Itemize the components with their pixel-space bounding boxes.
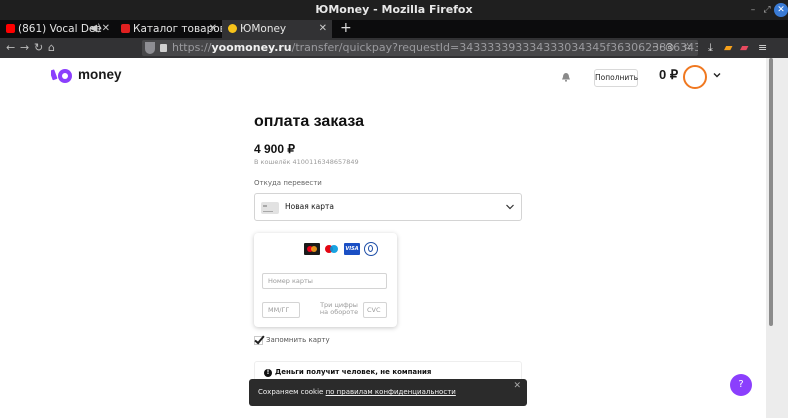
- bookmark-star-icon[interactable]: ☆: [683, 40, 692, 56]
- logo-text: money: [78, 67, 122, 82]
- speaker-icon[interactable]: ◀): [89, 20, 101, 38]
- shop-favicon-icon: [121, 24, 130, 33]
- bell-icon[interactable]: [561, 72, 571, 82]
- close-tab-icon[interactable]: ✕: [319, 20, 327, 38]
- close-icon[interactable]: ✕: [513, 382, 521, 391]
- tab-bar: (861) Vocal Dee ◀) ✕ Каталог товаров ✕ Ю…: [0, 20, 788, 38]
- menu-icon[interactable]: ≡: [758, 38, 767, 58]
- extension2-icon[interactable]: ▰: [740, 38, 748, 58]
- balance-amount[interactable]: 0 ₽: [659, 67, 678, 83]
- remember-card-label: Запомнить карту: [266, 336, 330, 344]
- topup-button[interactable]: Пополнить: [594, 69, 638, 87]
- lock-icon[interactable]: [160, 44, 167, 52]
- notice-text: Деньги получит человек, не компания: [275, 368, 432, 376]
- card-icon: [261, 202, 279, 214]
- wallet-number: В кошелёк 4100116348657849: [254, 158, 359, 166]
- scrollbar-thumb[interactable]: [769, 58, 773, 326]
- nav-bar: ← → ↻ ⌂ https://yoomoney.ru/transfer/qui…: [0, 38, 788, 58]
- page-content: money Пополнить 0 ₽ оплата заказа 4 900 …: [0, 58, 766, 418]
- page-title: оплата заказа: [254, 113, 365, 130]
- page-scrollbar[interactable]: [766, 58, 788, 418]
- maestro-icon: [324, 243, 340, 255]
- close-tab-icon[interactable]: ✕: [209, 20, 217, 38]
- tab-catalog[interactable]: Каталог товаров ✕: [115, 20, 222, 38]
- url-text[interactable]: https://yoomoney.ru/transfer/quickpay?re…: [172, 40, 698, 56]
- youtube-icon: [6, 24, 15, 33]
- help-button[interactable]: ?: [730, 374, 752, 396]
- payment-source-select[interactable]: Новая карта: [254, 193, 522, 221]
- tab-yoomoney[interactable]: ЮMoney ✕: [222, 20, 332, 38]
- cvc-hint: Три цифры на обороте: [319, 301, 359, 316]
- expiry-input[interactable]: ММ/ГГ: [262, 302, 300, 318]
- mastercard-icon: [304, 243, 320, 255]
- downloads-icon[interactable]: ⤓: [708, 38, 713, 58]
- order-amount: 4 900 ₽: [254, 142, 295, 156]
- close-tab-icon[interactable]: ✕: [102, 20, 110, 38]
- url-path: /transfer/quickpay?requestId=34333339333…: [291, 41, 698, 54]
- reload-icon[interactable]: ↻: [34, 38, 43, 58]
- tab-vocal[interactable]: (861) Vocal Dee ◀) ✕: [0, 20, 115, 38]
- page-actions-icon[interactable]: ⋯ ◎: [652, 40, 674, 56]
- source-label: Откуда перевести: [254, 179, 322, 187]
- home-icon[interactable]: ⌂: [48, 38, 55, 58]
- diners-club-icon: [364, 242, 378, 256]
- back-icon[interactable]: ←: [6, 38, 15, 58]
- privacy-link[interactable]: по правилам конфиденциальности: [326, 388, 456, 396]
- window-title: ЮMoney - Mozilla Firefox: [315, 3, 473, 16]
- chevron-down-icon: [506, 204, 514, 210]
- card-form: VISA Номер карты ММ/ГГ Три цифры на обор…: [254, 233, 397, 327]
- cookie-message: Сохраняем cookie: [258, 388, 326, 396]
- url-scheme: https://: [172, 41, 212, 54]
- cookie-banner: Сохраняем cookie по правилам конфиденциа…: [249, 379, 527, 406]
- card-number-input[interactable]: Номер карты: [262, 273, 387, 289]
- new-tab-icon[interactable]: +: [340, 20, 352, 38]
- maximize-icon[interactable]: ⤢: [760, 3, 774, 17]
- visa-icon: VISA: [344, 243, 360, 255]
- cookie-text: Сохраняем cookie по правилам конфиденциа…: [258, 379, 456, 406]
- avatar[interactable]: [683, 65, 707, 89]
- window-titlebar: ЮMoney - Mozilla Firefox – ⤢ ✕: [0, 0, 788, 20]
- yoomoney-favicon-icon: [228, 24, 237, 33]
- payment-source-value: Новая карта: [285, 202, 334, 211]
- url-host: yoomoney.ru: [211, 41, 292, 54]
- info-icon: !: [264, 369, 272, 377]
- extension-icon[interactable]: ▰: [724, 38, 732, 58]
- cvc-input[interactable]: CVC: [363, 302, 387, 318]
- shield-icon[interactable]: [145, 42, 155, 54]
- minimize-icon[interactable]: –: [746, 3, 760, 17]
- close-window-icon[interactable]: ✕: [774, 3, 788, 17]
- url-bar[interactable]: https://yoomoney.ru/transfer/quickpay?re…: [142, 40, 698, 56]
- remember-card-checkbox[interactable]: [254, 336, 263, 345]
- logo-mark-icon: [51, 69, 72, 83]
- forward-icon[interactable]: →: [20, 38, 29, 58]
- chevron-down-icon[interactable]: [712, 70, 722, 80]
- tab-title: ЮMoney: [240, 23, 287, 35]
